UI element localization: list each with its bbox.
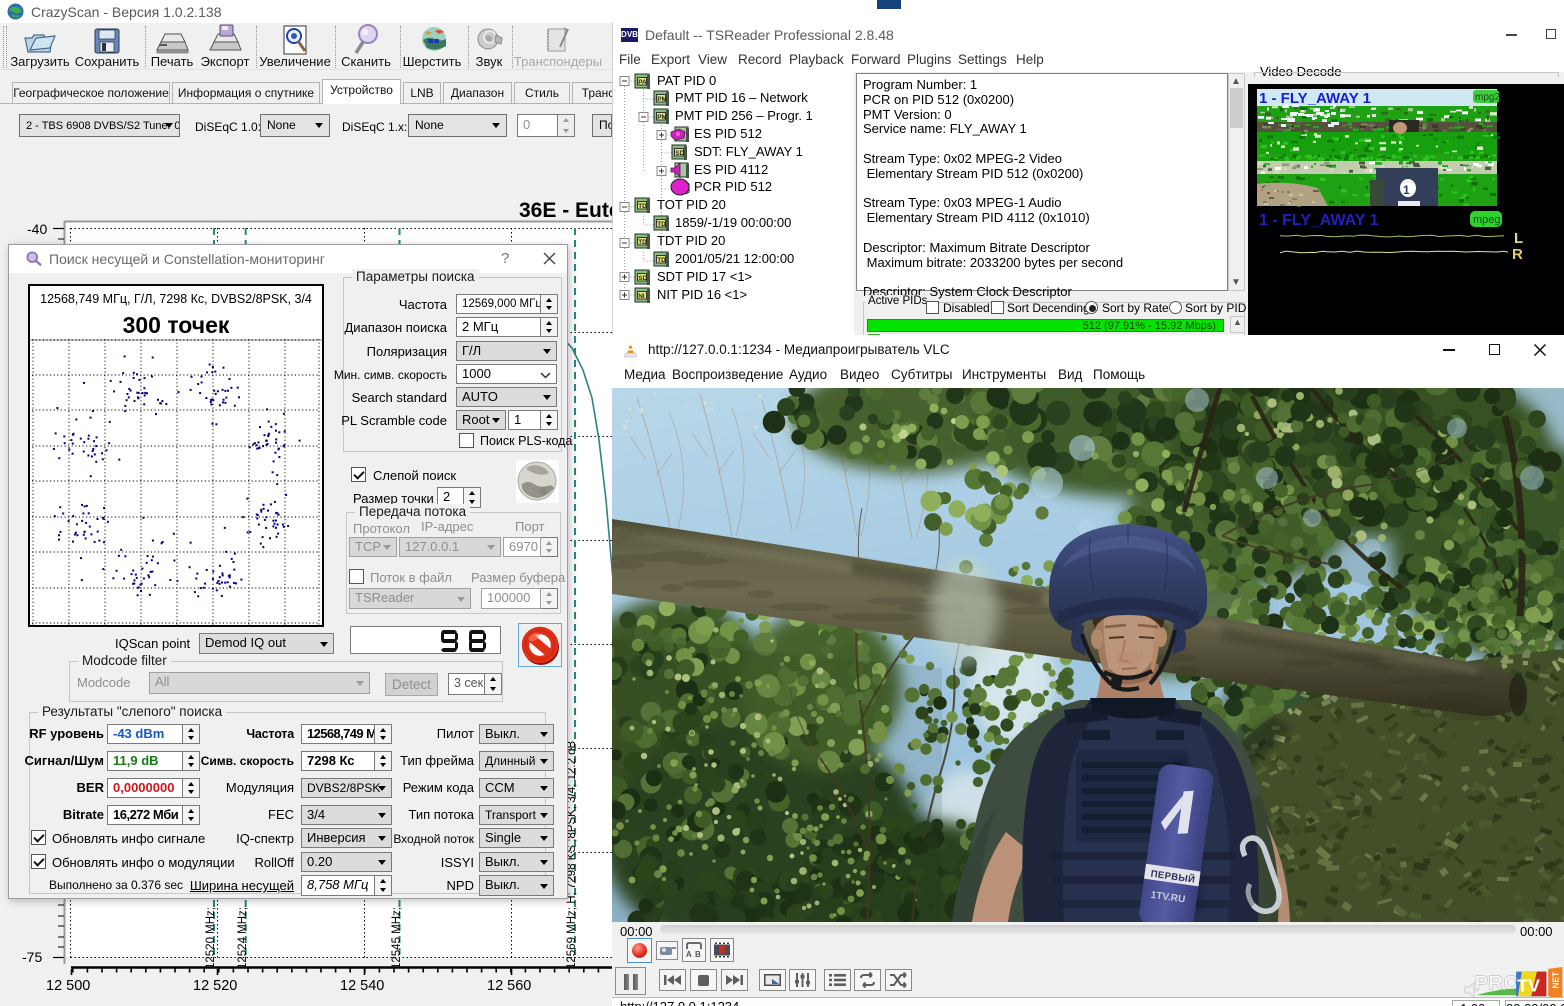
svg-text:-75: -75: [22, 949, 42, 965]
svg-text:36E - Eutelsat 36B: 36E - Eutelsat 36B: [519, 199, 612, 222]
svg-text:PM: PM: [657, 96, 667, 103]
svg-text:NI: NI: [638, 293, 645, 300]
svg-text:PM: PM: [657, 114, 667, 121]
svg-text:1 - FLY_AWAY 1: 1 - FLY_AWAY 1: [1259, 90, 1371, 107]
svg-text:-40: -40: [27, 221, 47, 237]
svg-text:A: A: [686, 950, 692, 959]
svg-text:1: 1: [1403, 183, 1410, 197]
svg-text:NET: NET: [1551, 971, 1561, 989]
svg-text:SD: SD: [675, 150, 684, 157]
svg-text:SD: SD: [638, 275, 647, 282]
svg-text:TV: TV: [1517, 976, 1540, 996]
svg-text:TD: TD: [657, 221, 666, 228]
svg-text:TD: TD: [657, 257, 666, 264]
svg-text:R: R: [1512, 246, 1523, 263]
svg-text:B: B: [695, 950, 701, 959]
svg-text:mpg2: mpg2: [1475, 92, 1500, 103]
svg-text:1 - FLY_AWAY 1: 1 - FLY_AWAY 1: [1259, 212, 1379, 229]
svg-text:mpeg: mpeg: [1473, 214, 1501, 226]
svg-text:TD: TD: [638, 239, 647, 246]
svg-text:L: L: [1514, 230, 1523, 247]
svg-text:TD: TD: [638, 203, 647, 210]
svg-text:PA: PA: [638, 79, 647, 86]
